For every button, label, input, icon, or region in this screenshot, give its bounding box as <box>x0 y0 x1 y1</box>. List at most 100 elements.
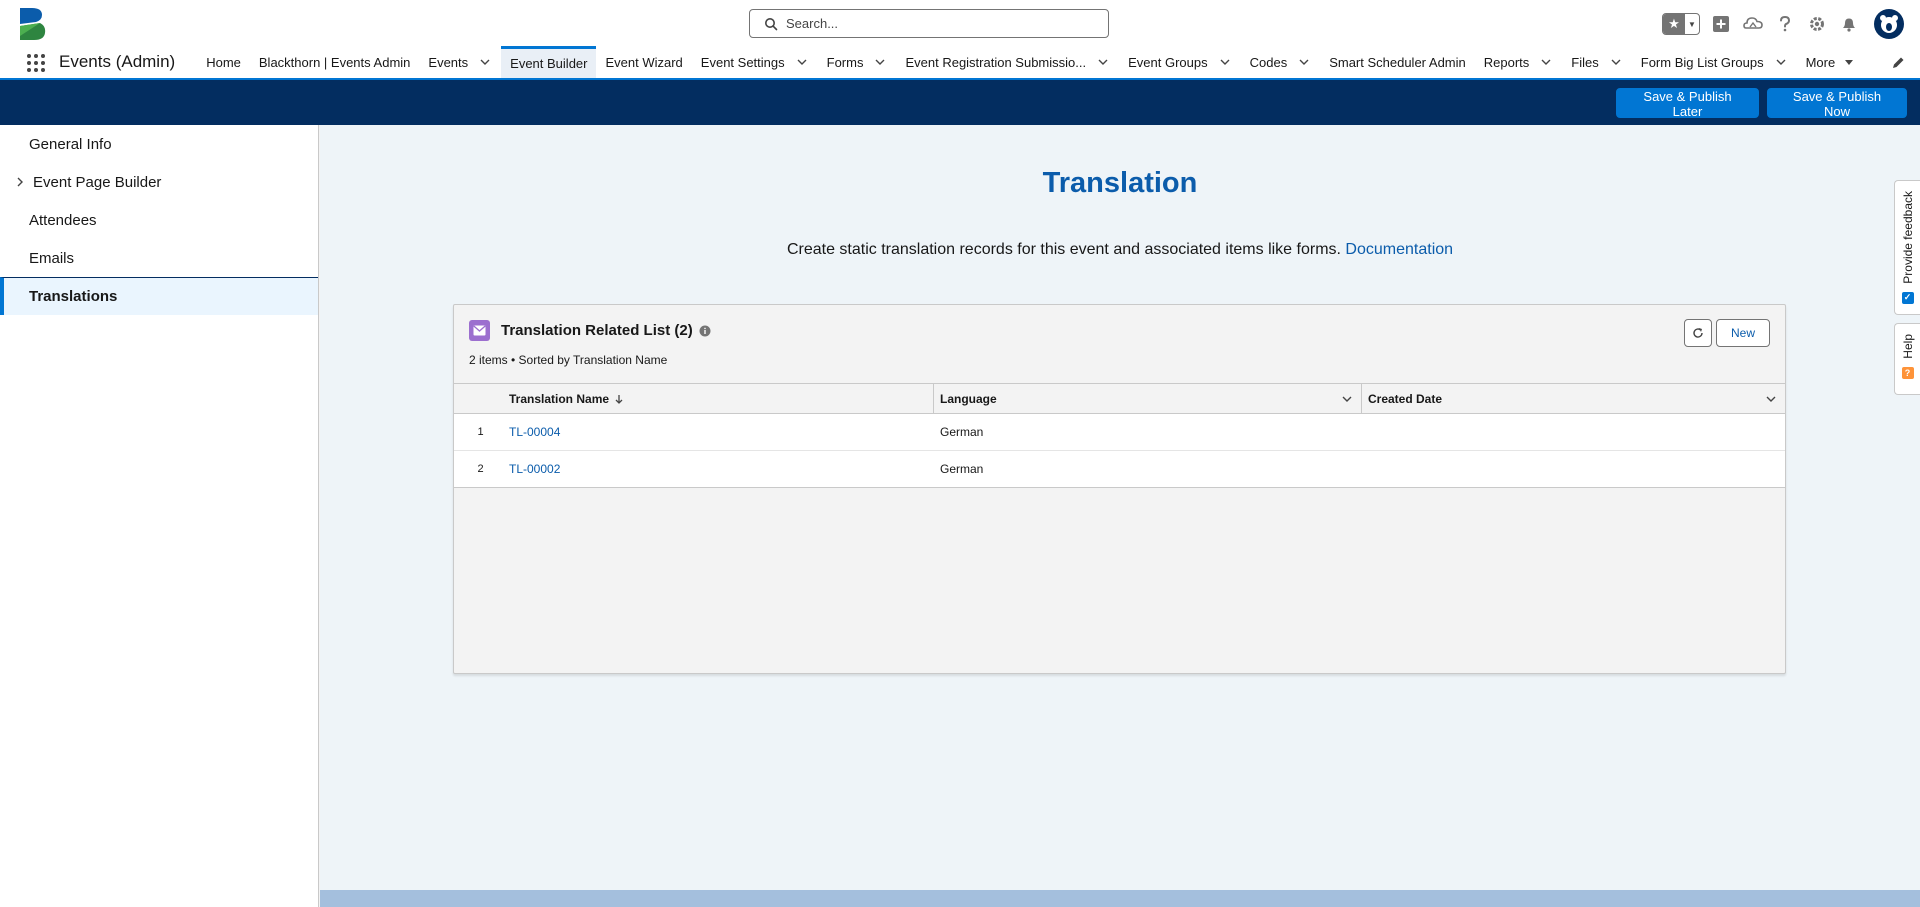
documentation-link[interactable]: Documentation <box>1345 241 1453 258</box>
builder-sidebar: General Info Event Page Builder Attendee… <box>0 125 319 907</box>
utility-bar: ★ ▼ <box>1662 9 1904 39</box>
blackthorn-logo[interactable] <box>18 6 48 42</box>
provide-feedback-tab[interactable]: Provide feedback ✓ <box>1894 180 1920 315</box>
chevron-right-icon[interactable] <box>14 176 26 188</box>
global-search-input[interactable]: Search... <box>749 9 1109 38</box>
sidebar-item-attendees[interactable]: Attendees <box>0 201 318 239</box>
main-content: Translation Create static translation re… <box>320 125 1920 890</box>
app-launcher-waffle-icon[interactable] <box>25 52 47 74</box>
edit-nav-pencil-icon[interactable] <box>1890 55 1906 71</box>
add-icon[interactable] <box>1710 13 1732 35</box>
nav-item-label: Forms <box>826 54 864 70</box>
favorites-star-icon[interactable]: ★ <box>1663 14 1685 34</box>
search-placeholder: Search... <box>786 16 839 31</box>
nav-item-event-builder[interactable]: Event Builder <box>501 46 597 78</box>
save-publish-later-button[interactable]: Save & Publish Later <box>1616 88 1759 119</box>
app-navigation-bar: Events (Admin) Home Blackthorn | Events … <box>0 46 1920 80</box>
nav-item-form-big-list-groups[interactable]: Form Big List Groups <box>1632 46 1797 78</box>
sidebar-item-label: Translations <box>29 288 118 305</box>
chevron-down-icon[interactable] <box>1297 55 1311 69</box>
nav-item-label: Event Registration Submissio... <box>905 54 1087 70</box>
feedback-icon: ✓ <box>1901 291 1914 304</box>
builder-toolbar: Save & Publish Later Save & Publish Now <box>0 80 1920 125</box>
language-cell: German <box>940 425 984 439</box>
related-list-meta: 2 items • Sorted by Translation Name <box>469 353 668 367</box>
table-header: Translation Name Language Created Date <box>454 383 1785 414</box>
setup-gear-icon[interactable] <box>1806 13 1828 35</box>
table-row: 2 TL-00002 German <box>454 451 1785 488</box>
sidebar-item-label: Emails <box>29 249 75 267</box>
save-publish-now-button[interactable]: Save & Publish Now <box>1767 88 1907 119</box>
nav-item-smart-scheduler-admin[interactable]: Smart Scheduler Admin <box>1320 46 1475 78</box>
sidebar-item-general-info[interactable]: General Info <box>0 125 318 163</box>
nav-item-label: Events <box>428 54 469 70</box>
translation-name-cell: TL-00004 <box>507 414 934 450</box>
nav-item-blackthorn-events-admin[interactable]: Blackthorn | Events Admin <box>250 46 420 78</box>
translations-table: Translation Name Language Created Date 1… <box>454 383 1785 488</box>
table-row: 1 TL-00004 German <box>454 414 1785 451</box>
caret-down-icon[interactable] <box>1843 56 1857 68</box>
user-avatar[interactable] <box>1874 9 1904 39</box>
nav-item-events[interactable]: Events <box>419 46 501 78</box>
chevron-down-icon[interactable] <box>1609 55 1623 69</box>
nav-item-label: Event Groups <box>1128 54 1208 70</box>
nav-item-more[interactable]: More <box>1797 46 1867 78</box>
translation-record-link[interactable]: TL-00002 <box>509 462 560 476</box>
notifications-bell-icon[interactable] <box>1838 13 1860 35</box>
nav-item-forms[interactable]: Forms <box>818 46 897 78</box>
chevron-down-icon[interactable] <box>1765 393 1777 405</box>
trailhead-icon[interactable] <box>1742 13 1764 35</box>
sort-arrow-down-icon[interactable] <box>613 393 625 405</box>
column-header-translation-name[interactable]: Translation Name <box>507 384 934 413</box>
nav-item-event-wizard[interactable]: Event Wizard <box>596 46 691 78</box>
favorites-caret-icon[interactable]: ▼ <box>1685 14 1699 34</box>
translation-record-link[interactable]: TL-00004 <box>509 425 560 439</box>
related-list-title[interactable]: Translation Related List (2) <box>501 322 693 339</box>
chevron-down-icon[interactable] <box>478 55 492 69</box>
refresh-button[interactable] <box>1683 319 1712 347</box>
help-label: Help <box>1900 334 1915 359</box>
translation-related-list-card: Translation Related List (2) 2 items • S… <box>453 304 1786 674</box>
help-tab[interactable]: Help ? <box>1894 323 1920 395</box>
nav-item-codes[interactable]: Codes <box>1241 46 1321 78</box>
nav-item-event-groups[interactable]: Event Groups <box>1119 46 1241 78</box>
sidebar-item-event-page-builder[interactable]: Event Page Builder <box>0 163 318 201</box>
sidebar-item-translations[interactable]: Translations <box>0 277 318 315</box>
chevron-down-icon[interactable] <box>1774 55 1788 69</box>
new-button[interactable]: New <box>1715 319 1770 347</box>
nav-item-label: Event Settings <box>700 54 785 70</box>
sidebar-item-label: Event Page Builder <box>33 173 162 191</box>
chevron-down-icon[interactable] <box>873 55 887 69</box>
language-cell: German <box>940 462 984 476</box>
favorites-button-group[interactable]: ★ ▼ <box>1662 13 1700 35</box>
bottom-strip <box>320 890 1920 907</box>
row-number: 1 <box>477 426 484 438</box>
sidebar-item-emails[interactable]: Emails <box>0 239 318 277</box>
nav-item-reports[interactable]: Reports <box>1475 46 1563 78</box>
nav-item-event-settings[interactable]: Event Settings <box>692 46 818 78</box>
card-header: Translation Related List (2) <box>469 320 711 341</box>
column-header-label: Created Date <box>1368 391 1443 406</box>
column-header-created-date[interactable]: Created Date <box>1362 384 1785 413</box>
app-name: Events (Admin) <box>59 52 176 71</box>
nav-item-files[interactable]: Files <box>1562 46 1631 78</box>
nav-item-home[interactable]: Home <box>197 46 250 78</box>
chevron-down-icon[interactable] <box>1218 55 1232 69</box>
nav-item-label: Smart Scheduler Admin <box>1329 54 1466 70</box>
chevron-down-icon[interactable] <box>795 55 809 69</box>
column-header-language[interactable]: Language <box>934 384 1362 413</box>
page-description: Create static translation records for th… <box>320 241 1920 259</box>
info-icon[interactable] <box>699 325 711 337</box>
search-icon <box>764 17 778 31</box>
nav-item-label: Event Builder <box>510 56 588 71</box>
sidebar-item-label: General Info <box>29 135 112 153</box>
row-number: 2 <box>477 463 484 475</box>
page-title: Translation <box>1042 167 1198 199</box>
help-icon[interactable] <box>1774 13 1796 35</box>
chevron-down-icon[interactable] <box>1341 393 1353 405</box>
nav-item-label: Form Big List Groups <box>1640 54 1764 70</box>
nav-item-event-registration-submissions[interactable]: Event Registration Submissio... <box>896 46 1119 78</box>
chevron-down-icon[interactable] <box>1096 55 1110 69</box>
chevron-down-icon[interactable] <box>1539 55 1553 69</box>
sidebar-item-label: Attendees <box>29 211 97 229</box>
